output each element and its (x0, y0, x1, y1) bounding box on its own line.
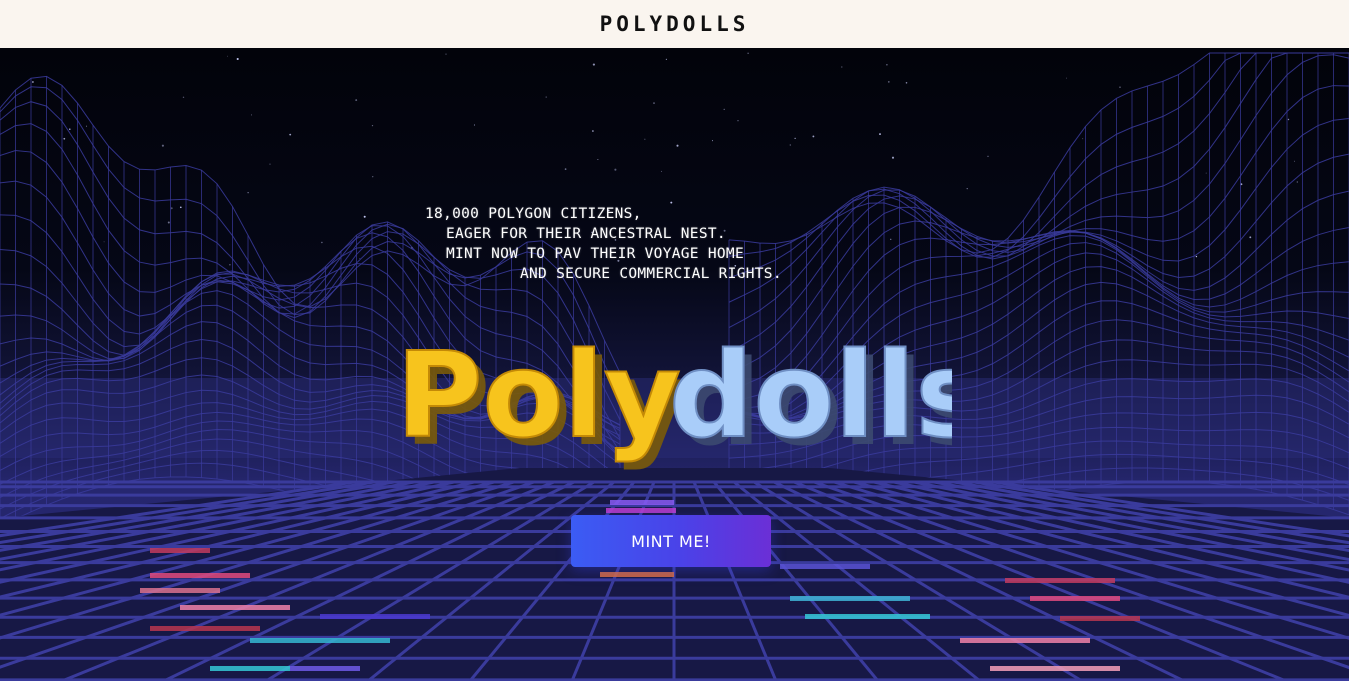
floor-glow-tile (150, 626, 260, 631)
star (905, 82, 908, 84)
floor-glow-tile (140, 588, 220, 593)
star (69, 128, 71, 130)
floor-glow-tile (290, 666, 360, 671)
polydolls-logo: Poly Poly dolls dolls (395, 325, 952, 472)
floor-glow-tile (1005, 578, 1115, 583)
star (321, 241, 323, 244)
floor-glow-tile (1030, 596, 1120, 601)
hero-section: 18,000 POLYGON CITIZENS, EAGER FOR THEIR… (0, 48, 1349, 681)
star (644, 138, 646, 140)
star (614, 168, 617, 171)
star (371, 124, 374, 127)
tagline-line-4: AND SECURE COMMERCIAL RIGHTS. (520, 266, 782, 282)
star (661, 170, 663, 172)
star (665, 58, 668, 60)
star (812, 135, 815, 138)
star (473, 124, 475, 126)
star (966, 188, 968, 190)
floor-glow-tile (780, 564, 870, 569)
star (564, 168, 567, 170)
floor-glow-tile (250, 638, 390, 643)
logo-text-dolls: dolls (669, 326, 952, 464)
star (789, 144, 791, 146)
star (1195, 255, 1198, 258)
star (359, 258, 361, 259)
star (1065, 77, 1068, 79)
floor-glow-tile (606, 508, 676, 513)
floor-glow-tile (960, 638, 1090, 643)
star (879, 133, 881, 136)
top-navbar: POLYDOLLS (0, 0, 1349, 48)
star (1205, 172, 1207, 174)
star (676, 144, 679, 147)
floor-glow-tile (1060, 616, 1140, 621)
star (250, 114, 252, 116)
star (592, 130, 594, 132)
star (592, 63, 595, 66)
star (236, 57, 239, 61)
floor-glow-tile (180, 605, 290, 610)
star (103, 241, 105, 243)
star (1293, 160, 1295, 162)
star (1119, 86, 1121, 88)
star (167, 221, 170, 224)
tagline-line-3: MINT NOW TO PAV THEIR VOYAGE HOME (446, 246, 744, 262)
floor-glow-tile (150, 573, 250, 578)
star (1287, 118, 1290, 121)
star (890, 238, 892, 240)
floor-glow-tile (600, 572, 674, 577)
star (891, 156, 895, 159)
star (372, 176, 374, 178)
star (712, 140, 713, 142)
star (841, 66, 843, 68)
star (32, 81, 34, 83)
star (445, 53, 447, 55)
star (737, 120, 739, 122)
logo-text-poly: Poly (396, 326, 681, 464)
star (179, 206, 182, 209)
star (794, 137, 796, 139)
star (63, 137, 66, 140)
mint-button[interactable]: MINT ME! (571, 515, 771, 567)
star (229, 264, 231, 266)
floor-glow-tile (790, 596, 910, 601)
star (597, 158, 599, 160)
star (723, 108, 725, 111)
star (987, 155, 989, 157)
tagline-line-1: 18,000 POLYGON CITIZENS, (425, 206, 642, 222)
star (161, 144, 164, 147)
star (85, 125, 88, 127)
floor-glow-tile (320, 614, 430, 619)
star (545, 96, 547, 98)
star (887, 81, 890, 83)
hero-tagline: 18,000 POLYGON CITIZENS, EAGER FOR THEIR… (425, 204, 782, 284)
star (182, 96, 185, 99)
star (1249, 236, 1252, 239)
brand-logo-link[interactable]: POLYDOLLS (600, 12, 750, 36)
floor-glow-tile (150, 548, 210, 553)
floor-glow-tile (805, 614, 930, 619)
star (1296, 181, 1298, 183)
star (247, 192, 249, 194)
star (747, 52, 749, 54)
star (269, 163, 271, 165)
tagline-line-2: EAGER FOR THEIR ANCESTRAL NEST. (446, 226, 726, 242)
star (227, 55, 228, 57)
star (653, 102, 655, 104)
floor-glow-tile (990, 666, 1120, 671)
floor-glow-tile (610, 500, 674, 505)
star (289, 133, 292, 136)
star (1082, 138, 1084, 140)
star (355, 99, 358, 102)
star (886, 64, 888, 66)
star (363, 215, 366, 218)
